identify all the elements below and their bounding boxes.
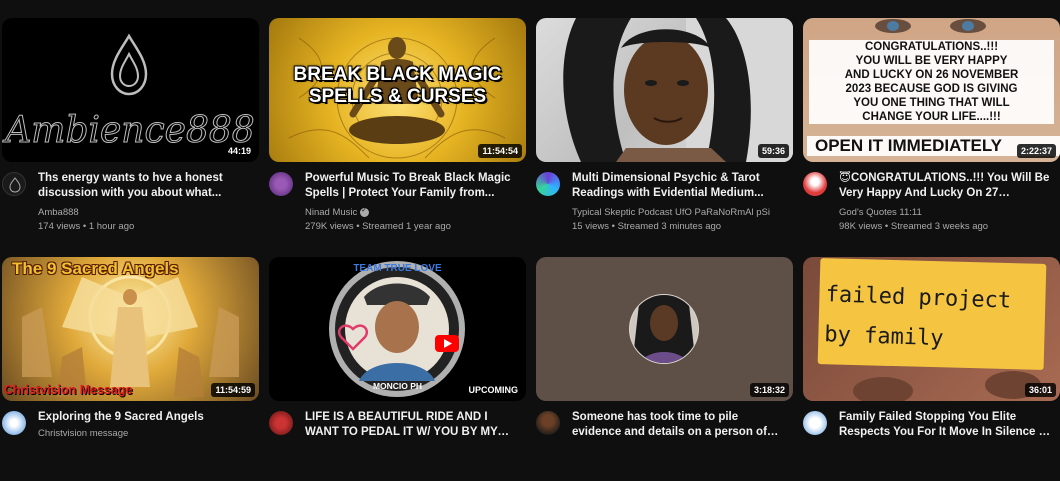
channel-avatar[interactable] — [269, 172, 293, 196]
video-thumbnail[interactable]: CONGRATULATIONS..!!! YOU WILL BE VERY HA… — [803, 18, 1060, 162]
channel-avatar[interactable] — [2, 411, 26, 435]
video-stats: 279K views • Streamed 1 year ago — [305, 221, 451, 232]
channel-name[interactable]: Ninad Music — [305, 206, 370, 218]
video-title[interactable]: Ths energy wants to hve a honest discuss… — [38, 171, 253, 201]
note-handwriting: failed project by family — [823, 282, 1012, 352]
video-title[interactable]: 😇CONGRATULATIONS..!!! You Will Be Very H… — [839, 171, 1054, 201]
upcoming-badge: UPCOMING — [464, 383, 522, 397]
video-thumbnail[interactable]: TEAM TRUE LOVE MONCIO PH UPCOMING — [269, 257, 526, 401]
duration-badge: 36:01 — [1024, 383, 1056, 397]
video-stats: 174 views • 1 hour ago — [38, 221, 135, 232]
thumbnail-headline: The 9 Sacred Angels — [12, 259, 179, 278]
video-thumbnail[interactable]: Ambience888 44:19 — [2, 18, 259, 162]
duration-badge: 11:54:54 — [478, 144, 522, 158]
video-card[interactable]: 3:18:32 Someone has took time to pile ev… — [536, 257, 793, 481]
video-stats: 15 views • Streamed 3 minutes ago — [572, 221, 722, 232]
video-title[interactable]: Multi Dimensional Psychic & Tarot Readin… — [572, 171, 787, 201]
video-title[interactable]: Exploring the 9 Sacred Angels — [38, 410, 253, 425]
channel-avatar[interactable] — [803, 411, 827, 435]
video-card[interactable]: 59:36 Multi Dimensional Psychic & Tarot … — [536, 18, 793, 242]
channel-name[interactable]: Amba888 — [38, 207, 79, 218]
channel-avatar[interactable] — [269, 411, 293, 435]
video-title[interactable]: Someone has took time to pile evidence a… — [572, 410, 787, 440]
video-card[interactable]: TEAM TRUE LOVE MONCIO PH UPCOMING LIFE I… — [269, 257, 526, 481]
video-thumbnail[interactable]: BREAK BLACK MAGIC SPELLS & CURSES 11:54:… — [269, 18, 526, 162]
ambience-logo: Ambience888 — [2, 33, 255, 152]
video-thumbnail[interactable]: The 9 Sacred Angels Christvision Message… — [2, 257, 259, 401]
verified-icon — [360, 206, 370, 217]
video-card[interactable]: The 9 Sacred Angels Christvision Message… — [2, 257, 259, 481]
video-title[interactable]: LIFE IS A BEAUTIFUL RIDE AND I WANT TO P… — [305, 410, 520, 440]
channel-name[interactable]: God's Quotes 11:11 — [839, 207, 922, 218]
video-stats: 98K views • Streamed 3 weeks ago — [839, 221, 989, 232]
channel-avatar[interactable] — [536, 411, 560, 435]
duration-badge: 11:54:59 — [211, 383, 255, 397]
svg-text:Ambience888: Ambience888 — [2, 110, 254, 151]
video-title[interactable]: Powerful Music To Break Black Magic Spel… — [305, 171, 520, 201]
video-card[interactable]: CONGRATULATIONS..!!! YOU WILL BE VERY HA… — [803, 18, 1060, 242]
video-thumbnail[interactable]: 3:18:32 — [536, 257, 793, 401]
channel-name[interactable]: Typical Skeptic Podcast UfO PaRaNoRmAl p… — [572, 207, 770, 218]
channel-avatar[interactable] — [803, 172, 827, 196]
duration-badge: 3:18:32 — [749, 383, 789, 397]
channel-name[interactable]: Christvision message — [38, 428, 128, 439]
duration-badge: 2:22:37 — [1016, 144, 1056, 158]
channel-avatar[interactable] — [536, 172, 560, 196]
thumbnail-headline: BREAK BLACK MAGIC SPELLS & CURSES — [293, 64, 502, 107]
circle-portrait — [629, 294, 699, 364]
profile-badge — [329, 261, 465, 397]
channel-avatar[interactable] — [2, 172, 26, 196]
woman-portrait — [563, 18, 793, 162]
video-card[interactable]: BREAK BLACK MAGIC SPELLS & CURSES 11:54:… — [269, 18, 526, 242]
video-card[interactable]: failed project by family 36:01 Family Fa… — [803, 257, 1060, 481]
video-title[interactable]: Family Failed Stopping You Elite Respect… — [839, 410, 1054, 440]
video-thumbnail[interactable]: failed project by family 36:01 — [803, 257, 1060, 401]
duration-badge: 44:19 — [223, 144, 255, 158]
duration-badge: 59:36 — [757, 144, 789, 158]
thumbnail-footer: Christvision Message — [4, 383, 133, 397]
badge-top-text: TEAM TRUE LOVE — [353, 263, 442, 274]
video-thumbnail[interactable]: 59:36 — [536, 18, 793, 162]
thumbnail-message: CONGRATULATIONS..!!! YOU WILL BE VERY HA… — [809, 40, 1054, 124]
video-grid: Ambience888 44:19 Ths energy wants to hv… — [0, 0, 1060, 444]
video-card[interactable]: Ambience888 44:19 Ths energy wants to hv… — [2, 18, 259, 242]
